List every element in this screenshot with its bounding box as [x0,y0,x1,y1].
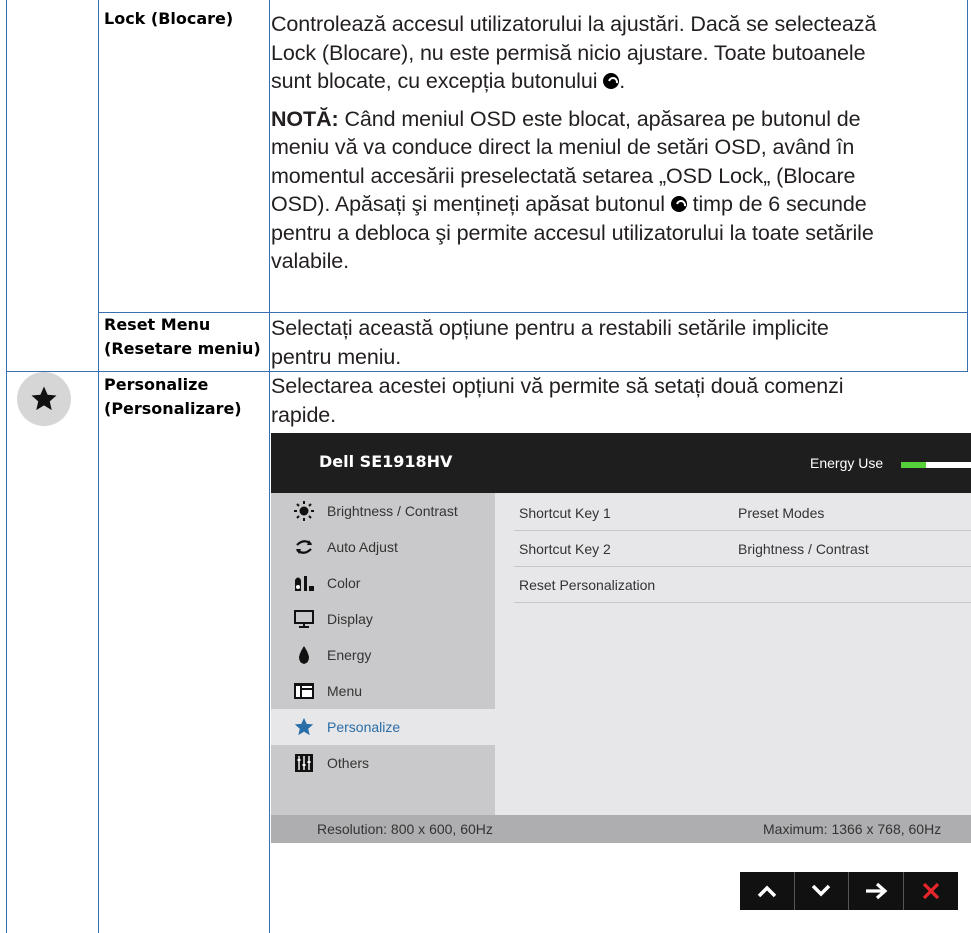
star-icon [293,716,315,738]
right-arrow-icon [865,882,888,900]
exit-button[interactable] [904,872,959,910]
personalize-star-badge [17,372,71,426]
shortcut-key-label: Reset Personalization [519,577,656,593]
shortcut-key-value: Brightness / Contrast [738,541,869,557]
table-border-right [967,0,968,372]
table-border-icon-col [98,0,99,933]
osd-sidebar: Brightness / Contrast Auto Adjust Color … [271,493,495,815]
lock-description: Controlează accesul utilizatorului la aj… [271,12,877,273]
reset-menu-description: Selectați această opțiune pentru a resta… [271,316,829,369]
color-icon [293,572,315,594]
menu-item-others[interactable]: Others [271,745,495,781]
shortcut-key-label: Shortcut Key 1 [519,505,611,521]
up-arrow-icon [757,885,776,898]
osd-footer: Resolution: 800 x 600, 60Hz Maximum: 136… [271,815,971,843]
sun-icon [293,500,315,522]
osd-button-bar [740,872,958,910]
back-button-icon [670,196,687,212]
menu-item-label: Personalize [327,719,401,735]
menu-item-label: Color [327,575,361,591]
shortcut-row[interactable]: Reset Personalization [514,567,971,603]
menu-item-label: Brightness / Contrast [327,503,458,519]
personalize-label: Personalize (Personalizare) [104,375,242,418]
display-icon [293,608,315,630]
down-button[interactable] [795,872,849,910]
energy-icon [293,644,315,666]
menu-item-label: Others [327,755,370,771]
up-button[interactable] [740,872,795,910]
energy-use-bar [901,462,971,468]
energy-use-fill [901,462,926,468]
osd-menu-screenshot: Dell SE1918HV Energy Use Brightness / Co… [271,433,971,843]
shortcut-key-label: Shortcut Key 2 [519,541,611,557]
back-button-icon [603,73,620,89]
osd-header: Dell SE1918HV Energy Use [271,433,971,493]
osd-content: Shortcut Key 1 Preset Modes Shortcut Key… [495,493,971,815]
menu-item-personalize[interactable]: Personalize [271,709,495,745]
note-label: NOTĂ: [271,106,339,131]
menu-item-energy[interactable]: Energy [271,637,495,673]
menu-item-display[interactable]: Display [271,601,495,637]
right-button[interactable] [849,872,904,910]
menu-item-label: Energy [327,647,372,663]
resolution-text: Resolution: 800 x 600, 60Hz [317,821,493,837]
menu-item-auto-adjust[interactable]: Auto Adjust [271,529,495,565]
menu-item-label: Display [327,611,373,627]
shortcut-key-value: Preset Modes [738,505,825,521]
table-border-left [6,0,7,933]
energy-use-label: Energy Use [810,455,884,471]
shortcut-row[interactable]: Shortcut Key 2 Brightness / Contrast [514,531,971,567]
personalize-description: Selectarea acestei opțiuni vă permite să… [271,374,844,427]
close-icon [922,882,939,900]
menu-icon [293,680,315,702]
menu-item-menu[interactable]: Menu [271,673,495,709]
auto-adjust-icon [293,536,315,558]
others-icon [293,752,315,774]
reset-menu-label: Reset Menu (Resetare meniu) [104,315,261,358]
shortcut-row[interactable]: Shortcut Key 1 Preset Modes [514,495,971,531]
down-arrow-icon [812,884,831,897]
table-border-label-col [269,0,270,933]
menu-item-label: Auto Adjust [327,539,398,555]
menu-item-brightness-contrast[interactable]: Brightness / Contrast [271,493,495,529]
menu-item-color[interactable]: Color [271,565,495,601]
osd-title: Dell SE1918HV [319,452,453,471]
menu-item-label: Menu [327,683,363,699]
star-icon [31,386,57,411]
maximum-resolution-text: Maximum: 1366 x 768, 60Hz [763,821,942,837]
lock-label: Lock (Blocare) [104,9,234,28]
